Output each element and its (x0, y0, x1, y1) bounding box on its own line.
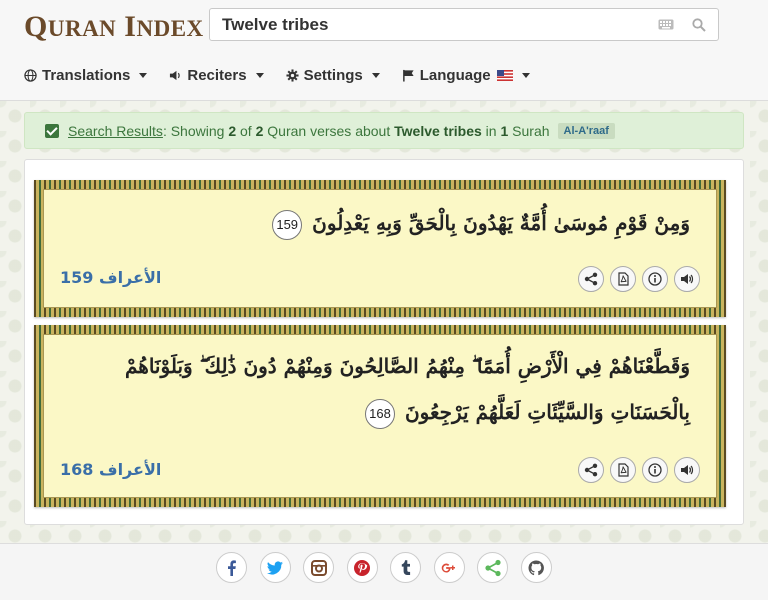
site-header: QURAN INDEX Twelve tribes Translations (0, 0, 768, 101)
info-button[interactable] (642, 266, 668, 292)
results-text-in: in (481, 122, 501, 139)
verse-arabic-text: وَمِنْ قَوْمِ مُوسَىٰ أُمَّةٌ يَهْدُونَ … (312, 211, 690, 235)
results-text-surah: Surah (508, 122, 550, 139)
results-text-showing: : Showing (162, 122, 229, 139)
verse-reference[interactable]: 168 الأعراف (60, 460, 161, 479)
language-label: Language (419, 66, 491, 84)
verse-arabic-text: وَقَطَّعْنَاهُمْ فِي الْأَرْضِ أُمَمًا ۖ… (124, 354, 690, 424)
footer (0, 543, 768, 600)
ayah-number-badge: 168 (365, 398, 395, 429)
verse-ref-surah: الأعراف (98, 268, 162, 287)
chevron-down-icon (521, 72, 530, 78)
checkbox-checked-icon (45, 123, 59, 138)
keyboard-icon[interactable] (658, 19, 674, 30)
google-plus-icon (441, 563, 455, 572)
chevron-down-icon (371, 72, 380, 78)
twitter-icon (267, 560, 283, 574)
logo-initial-q: Q (24, 10, 48, 43)
pinterest-icon (354, 559, 370, 576)
volume-icon (681, 465, 694, 475)
globe-icon (24, 68, 37, 82)
verse-ref-number: 168 (60, 460, 94, 479)
main-nav: Translations Reciters Settings Language (24, 58, 552, 92)
instagram-button[interactable] (303, 552, 334, 583)
chevron-down-icon (255, 72, 264, 78)
results-count: 2 (228, 122, 237, 139)
verse-text: وَمِنْ قَوْمِ مُوسَىٰ أُمَّةٌ يَهْدُونَ … (70, 200, 690, 246)
verse-ref-number: 159 (60, 268, 94, 287)
search-input[interactable]: Twelve tribes (210, 15, 658, 35)
share-button[interactable] (578, 457, 604, 483)
play-audio-button[interactable] (674, 457, 700, 483)
facebook-icon (227, 559, 236, 576)
google-plus-button[interactable] (433, 552, 465, 583)
share-icon (584, 272, 598, 286)
github-button[interactable] (520, 552, 552, 583)
volume-icon (681, 274, 694, 284)
info-icon (648, 272, 662, 286)
social-links (216, 552, 564, 583)
facebook-button[interactable] (216, 552, 247, 583)
verse-ref-surah: الأعراف (98, 460, 162, 479)
share-button[interactable] (477, 552, 508, 583)
tumblr-icon (401, 559, 410, 575)
instagram-icon (310, 559, 327, 576)
pdf-icon (618, 463, 629, 477)
results-query: Twelve tribes (394, 122, 482, 139)
gear-icon (286, 68, 299, 82)
surah-badge[interactable]: Al-A'raaf (557, 122, 615, 139)
speaker-icon (170, 70, 181, 80)
logo-word-ndex: NDEX (136, 16, 204, 41)
logo-initial-i: I (124, 10, 137, 43)
info-icon (648, 463, 662, 477)
language-menu[interactable]: Language (402, 67, 530, 84)
translations-menu[interactable]: Translations (24, 66, 148, 84)
share-icon (584, 463, 598, 477)
share-icon (484, 559, 501, 576)
ayah-number-badge: 159 (272, 209, 303, 240)
settings-label: Settings (303, 66, 363, 84)
results-text-about: Quran verses about (263, 122, 395, 139)
play-audio-button[interactable] (674, 266, 700, 292)
github-icon (528, 559, 544, 575)
pdf-button[interactable] (610, 457, 636, 483)
results-text-of: of (236, 122, 256, 139)
logo-word-uran: URAN (47, 16, 117, 41)
info-button[interactable] (642, 457, 668, 483)
flag-icon (402, 69, 414, 82)
verses-panel: وَمِنْ قَوْمِ مُوسَىٰ أُمَّةٌ يَهْدُونَ … (24, 159, 744, 525)
twitter-button[interactable] (259, 552, 291, 583)
verse-actions (572, 457, 700, 483)
verse-actions (572, 266, 700, 292)
results-surah-count: 1 (500, 122, 509, 139)
search-icon[interactable] (692, 17, 706, 32)
search-results-summary: Search Results : Showing 2 of 2 Quran ve… (24, 112, 744, 149)
verse-card: وَمِنْ قَوْمِ مُوسَىٰ أُمَّةٌ يَهْدُونَ … (34, 180, 726, 317)
share-button[interactable] (578, 266, 604, 292)
tumblr-button[interactable] (390, 552, 421, 583)
pinterest-button[interactable] (346, 552, 378, 583)
search-results-link[interactable]: Search Results (68, 123, 163, 139)
pdf-icon (618, 272, 629, 286)
reciters-label: Reciters (187, 66, 247, 84)
chevron-down-icon (139, 72, 148, 78)
translations-label: Translations (42, 66, 131, 84)
verse-card: وَقَطَّعْنَاهُمْ فِي الْأَرْضِ أُمَمًا ۖ… (34, 325, 726, 507)
us-flag-icon (496, 69, 513, 81)
verse-text: وَقَطَّعْنَاهُمْ فِي الْأَرْضِ أُمَمًا ۖ… (70, 343, 690, 435)
pdf-button[interactable] (610, 266, 636, 292)
settings-menu[interactable]: Settings (286, 67, 380, 84)
results-total: 2 (255, 122, 264, 139)
site-logo[interactable]: Q URAN I NDEX (24, 10, 204, 43)
search-box[interactable]: Twelve tribes (209, 8, 719, 41)
verse-reference[interactable]: 159 الأعراف (60, 268, 161, 287)
reciters-menu[interactable]: Reciters (169, 66, 264, 84)
